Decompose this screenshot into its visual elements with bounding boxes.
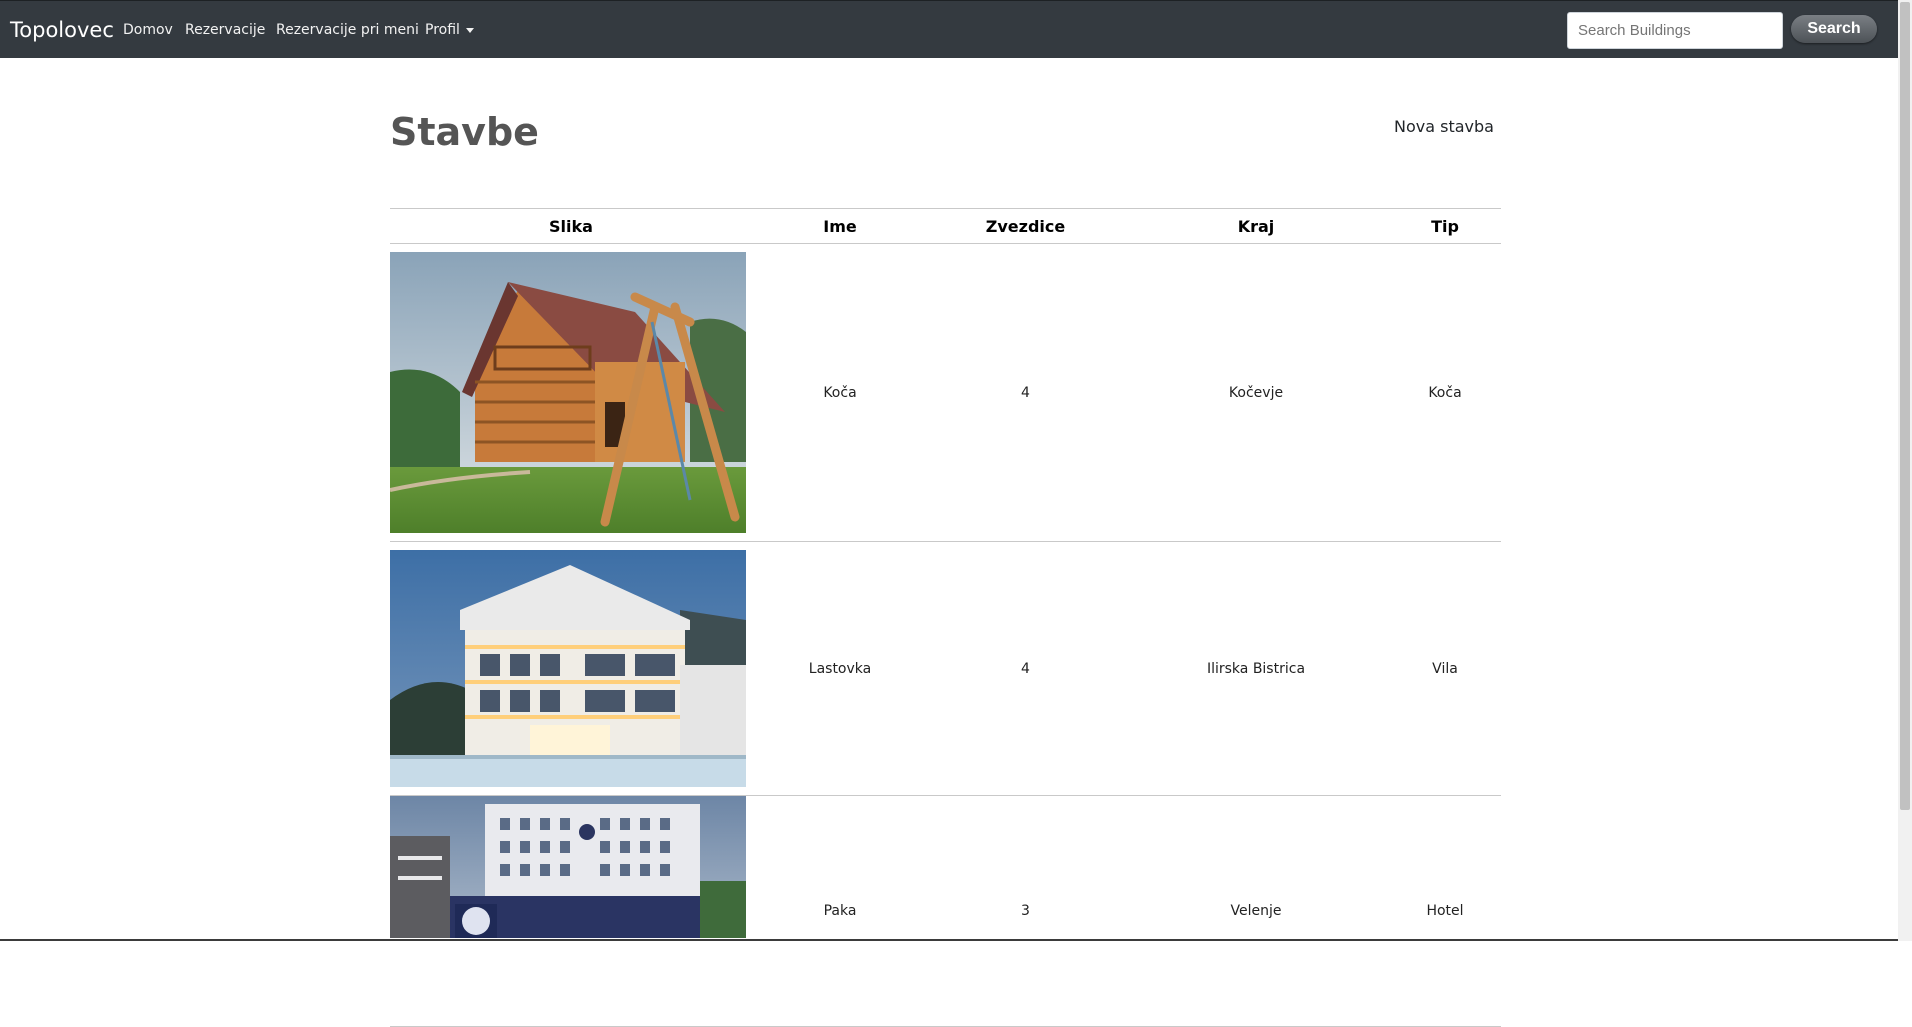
nav-link-domov[interactable]: Domov xyxy=(123,22,173,38)
name-cell: Paka xyxy=(752,795,928,1027)
search-input[interactable] xyxy=(1567,12,1783,49)
table-row: Koča 4 Kočevje Koča xyxy=(390,243,1501,542)
image-cell xyxy=(390,541,752,796)
villa-photo xyxy=(390,550,746,787)
caret-down-icon xyxy=(465,27,474,33)
table-row: Lastovka 4 Ilirska Bistrica Vila xyxy=(390,541,1501,796)
column-header-kraj: Kraj xyxy=(1123,208,1389,244)
scrollbar-thumb[interactable] xyxy=(1900,2,1910,810)
type-cell: Vila xyxy=(1389,541,1501,796)
place-cell: Velenje xyxy=(1123,795,1389,1027)
stars-cell: 4 xyxy=(928,541,1123,796)
nav-dropdown-profil[interactable]: Profil xyxy=(425,22,474,38)
column-header-slika: Slika xyxy=(390,208,752,244)
stars-cell: 4 xyxy=(928,243,1123,542)
type-cell: Hotel xyxy=(1389,795,1501,1027)
vertical-scrollbar[interactable] xyxy=(1898,0,1912,941)
buildings-table: Slika Ime Zvezdice Kraj Tip Koča 4 Kočev… xyxy=(390,208,1501,1027)
stars-cell: 3 xyxy=(928,795,1123,1027)
table-row: Paka 3 Velenje Hotel xyxy=(390,795,1501,1027)
top-navbar: Topolovec Domov Rezervacije Rezervacije … xyxy=(0,0,1898,58)
place-cell: Kočevje xyxy=(1123,243,1389,542)
column-header-tip: Tip xyxy=(1389,208,1501,244)
place-cell: Ilirska Bistrica xyxy=(1123,541,1389,796)
brand-link[interactable]: Topolovec xyxy=(10,18,114,42)
nav-link-rezervacije-pri-meni[interactable]: Rezervacije pri meni xyxy=(276,22,419,38)
search-button[interactable]: Search xyxy=(1791,15,1877,43)
image-cell xyxy=(390,243,752,542)
name-cell: Lastovka xyxy=(752,541,928,796)
column-header-zvezdice: Zvezdice xyxy=(928,208,1123,244)
table-header-row: Slika Ime Zvezdice Kraj Tip xyxy=(390,208,1501,244)
image-cell xyxy=(390,795,752,1027)
profil-label: Profil xyxy=(425,22,460,38)
page-title: Stavbe xyxy=(390,110,539,154)
type-cell: Koča xyxy=(1389,243,1501,542)
name-cell: Koča xyxy=(752,243,928,542)
hotel-photo xyxy=(390,796,746,938)
log-cabin-photo xyxy=(390,252,746,533)
nav-link-rezervacije[interactable]: Rezervacije xyxy=(185,22,265,38)
new-building-link[interactable]: Nova stavba xyxy=(1394,117,1494,136)
column-header-ime: Ime xyxy=(752,208,928,244)
